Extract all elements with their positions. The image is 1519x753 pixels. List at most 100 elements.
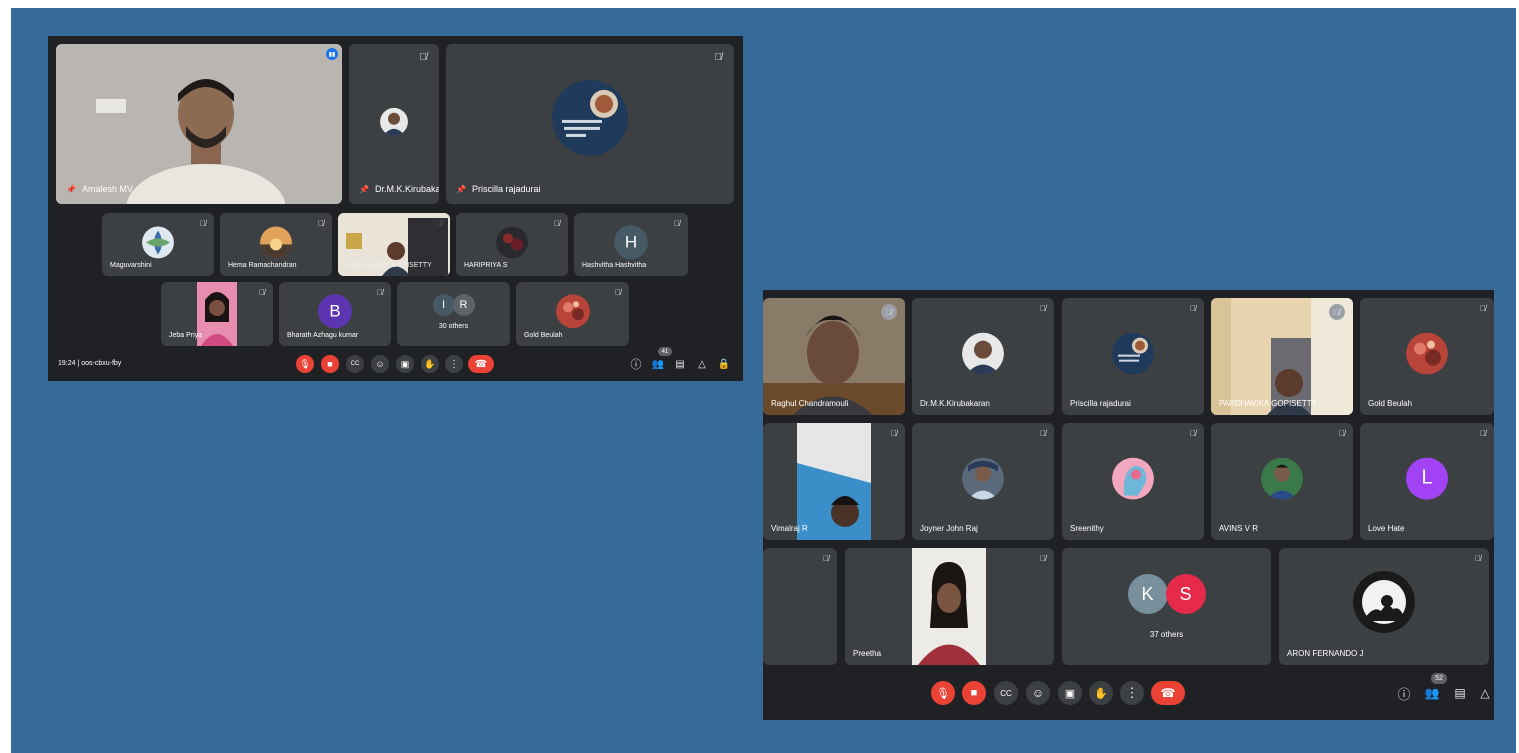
participant-tile-hashvitha[interactable]: 🎙̸ H Hashvitha Hashvitha xyxy=(574,213,688,276)
muted-icon: 🎙̸ xyxy=(891,429,897,438)
participant-tile-priscilla[interactable]: 🎙̸ 📌 Priscilla rajadurai xyxy=(446,44,734,204)
participant-tile-preetha[interactable]: 🎙̸ Preetha xyxy=(845,548,1054,665)
emoji-icon[interactable]: ☺ xyxy=(371,355,389,373)
avatar-initial: R xyxy=(452,294,475,316)
participant-name: AVINS V R xyxy=(1219,524,1258,533)
participant-tile-joyner[interactable]: 🎙̸ Joyner John Raj xyxy=(912,423,1054,540)
participant-video xyxy=(797,423,871,540)
captions-icon[interactable]: CC xyxy=(346,355,364,373)
muted-icon: 🎙̸ xyxy=(1480,429,1486,438)
people-icon[interactable]: 👥 xyxy=(650,356,666,372)
participant-name: Preetha xyxy=(853,649,882,658)
muted-icon: 🎙̸ xyxy=(1040,304,1046,313)
participant-tile-aron[interactable]: 🎙̸ ARON FERNANDO J xyxy=(1279,548,1489,665)
participant-name: 📌 Amalesh MV xyxy=(66,184,133,194)
participant-tile-vimalraj[interactable]: 🎙̸ Vimalraj R xyxy=(763,423,905,540)
raise-hand-icon[interactable]: ✋ xyxy=(421,355,439,373)
participant-tile-haripriya[interactable]: 🎙̸ HARIPRIYA S xyxy=(456,213,568,276)
people-icon[interactable]: 👥 xyxy=(1423,684,1441,702)
mic-off-icon[interactable]: 🎙 xyxy=(296,355,314,373)
end-call-icon[interactable]: ☎ xyxy=(1151,681,1185,705)
avatar xyxy=(1112,457,1154,500)
avatar xyxy=(1112,332,1154,375)
avatar xyxy=(260,225,292,258)
info-icon[interactable]: ⓘ xyxy=(1395,684,1413,702)
pin-icon: 📌 xyxy=(359,185,369,194)
end-call-icon[interactable]: ☎ xyxy=(468,355,494,373)
participant-tile-jeba[interactable]: 🎙̸ Jeba Priya xyxy=(161,282,273,346)
muted-icon: 🎙̸ xyxy=(1190,304,1196,313)
host-controls-icon[interactable]: 🔒 xyxy=(716,356,732,372)
participant-name: Hema Ramachandran xyxy=(228,262,297,269)
mic-off-icon[interactable]: 🎙 xyxy=(931,681,955,705)
participant-tile-maguvarshini[interactable]: 🎙̸ Maguvarshini xyxy=(102,213,214,276)
participant-tile-partial[interactable]: 🎙̸ xyxy=(763,548,837,665)
avatar-initial: H xyxy=(614,224,648,259)
participant-tile-amalesh[interactable]: ▮▮ 📌 Amalesh MV xyxy=(56,44,342,204)
participant-name: Bharath Azhagu kumar xyxy=(287,332,359,339)
avatar-initial: K xyxy=(1127,574,1168,614)
emoji-icon[interactable]: ☺ xyxy=(1026,681,1050,705)
meeting-details: 19:24 | oos-cbxu-fby xyxy=(58,360,122,367)
avatar xyxy=(552,79,628,156)
participant-tile-gold-2[interactable]: 🎙̸ Gold Beulah xyxy=(1360,298,1494,415)
chat-icon[interactable]: ▤ xyxy=(1451,684,1469,702)
participant-name: Gold Beulah xyxy=(1368,399,1413,408)
avatar xyxy=(1261,457,1303,500)
participant-tile-others[interactable]: I R 30 others xyxy=(397,282,510,346)
participant-tile-bharath[interactable]: 🎙̸ B Bharath Azhagu kumar xyxy=(279,282,391,346)
speaking-indicator-icon: ▮▮ xyxy=(326,48,338,60)
participant-tile-sreenithy[interactable]: 🎙̸ Sreenithy xyxy=(1062,423,1204,540)
activities-icon[interactable]: △ xyxy=(1476,684,1494,702)
participant-tile-hema[interactable]: 🎙̸ Hema Ramachandran xyxy=(220,213,332,276)
participant-tile-pardhavika[interactable]: 🎙̸ PARDHAVIKA GOPISETTY xyxy=(338,213,450,276)
muted-icon: 🎙̸ xyxy=(1339,429,1345,438)
participant-name: Hashvitha Hashvitha xyxy=(582,262,647,269)
avatar xyxy=(1353,570,1415,633)
muted-icon: 🎙̸ xyxy=(674,219,680,228)
others-avatars: K S xyxy=(1127,574,1206,614)
participant-name: 📌 Priscilla rajadurai xyxy=(456,184,541,194)
muted-icon: 🎙̸ xyxy=(259,288,265,297)
more-options-icon[interactable]: ⋮ xyxy=(1120,681,1144,705)
camera-off-icon[interactable]: ■ xyxy=(962,681,986,705)
present-icon[interactable]: ▣ xyxy=(1058,681,1082,705)
participant-tile-avins[interactable]: 🎙̸ AVINS V R xyxy=(1211,423,1353,540)
muted-icon: 🎙̸ xyxy=(1475,554,1481,563)
muted-icon: 🎙̸ xyxy=(714,52,723,63)
participant-name: Sreenithy xyxy=(1070,524,1104,533)
participant-name: Priscilla rajadurai xyxy=(1070,399,1131,408)
participant-tile-others-2[interactable]: K S 37 others xyxy=(1062,548,1271,665)
participant-name: Gold Beulah xyxy=(524,332,563,339)
chat-icon[interactable]: ▤ xyxy=(672,356,688,372)
participant-tile-raghul[interactable]: 🎙̸ Raghul Chandramouli xyxy=(763,298,905,415)
participant-tile-love[interactable]: 🎙̸ L Love Hate xyxy=(1360,423,1494,540)
avatar xyxy=(555,294,590,329)
participant-name: Maguvarshini xyxy=(110,262,152,269)
raise-hand-icon[interactable]: ✋ xyxy=(1089,681,1113,705)
more-options-icon[interactable]: ⋮ xyxy=(445,355,463,373)
participant-tile-pardhavika-2[interactable]: 🎙̸ PARDHAVIKA GOPISETTY xyxy=(1211,298,1353,415)
participant-video xyxy=(56,44,342,204)
pin-icon: 📌 xyxy=(66,185,76,194)
participant-name: Love Hate xyxy=(1368,524,1405,533)
meet-window-2: 🎙̸ Raghul Chandramouli 🎙̸ Dr.M.K.Kirubak… xyxy=(763,290,1494,720)
pin-icon: 📌 xyxy=(456,185,466,194)
avatar-initial: L xyxy=(1406,457,1448,500)
participant-tile-gold[interactable]: 🎙̸ Gold Beulah xyxy=(516,282,629,346)
muted-icon: 🎙̸ xyxy=(318,219,324,228)
info-icon[interactable]: ⓘ xyxy=(628,356,644,372)
avatar-initial: S xyxy=(1165,574,1206,614)
muted-icon: 🎙̸ xyxy=(200,219,206,228)
muted-icon: 🎙̸ xyxy=(615,288,621,297)
present-icon[interactable]: ▣ xyxy=(396,355,414,373)
muted-icon: 🎙̸ xyxy=(1040,429,1046,438)
activities-icon[interactable]: △ xyxy=(694,356,710,372)
muted-icon: 🎙̸ xyxy=(1190,429,1196,438)
participant-tile-kirubakaran[interactable]: 🎙̸ 📌Dr.M.K.Kirubakaran xyxy=(349,44,439,204)
camera-off-icon[interactable]: ■ xyxy=(321,355,339,373)
captions-icon[interactable]: CC xyxy=(994,681,1018,705)
muted-icon: 🎙̸ xyxy=(1480,304,1486,313)
participant-tile-priscilla-2[interactable]: 🎙̸ Priscilla rajadurai xyxy=(1062,298,1204,415)
participant-tile-kirubakaran-2[interactable]: 🎙̸ Dr.M.K.Kirubakaran xyxy=(912,298,1054,415)
